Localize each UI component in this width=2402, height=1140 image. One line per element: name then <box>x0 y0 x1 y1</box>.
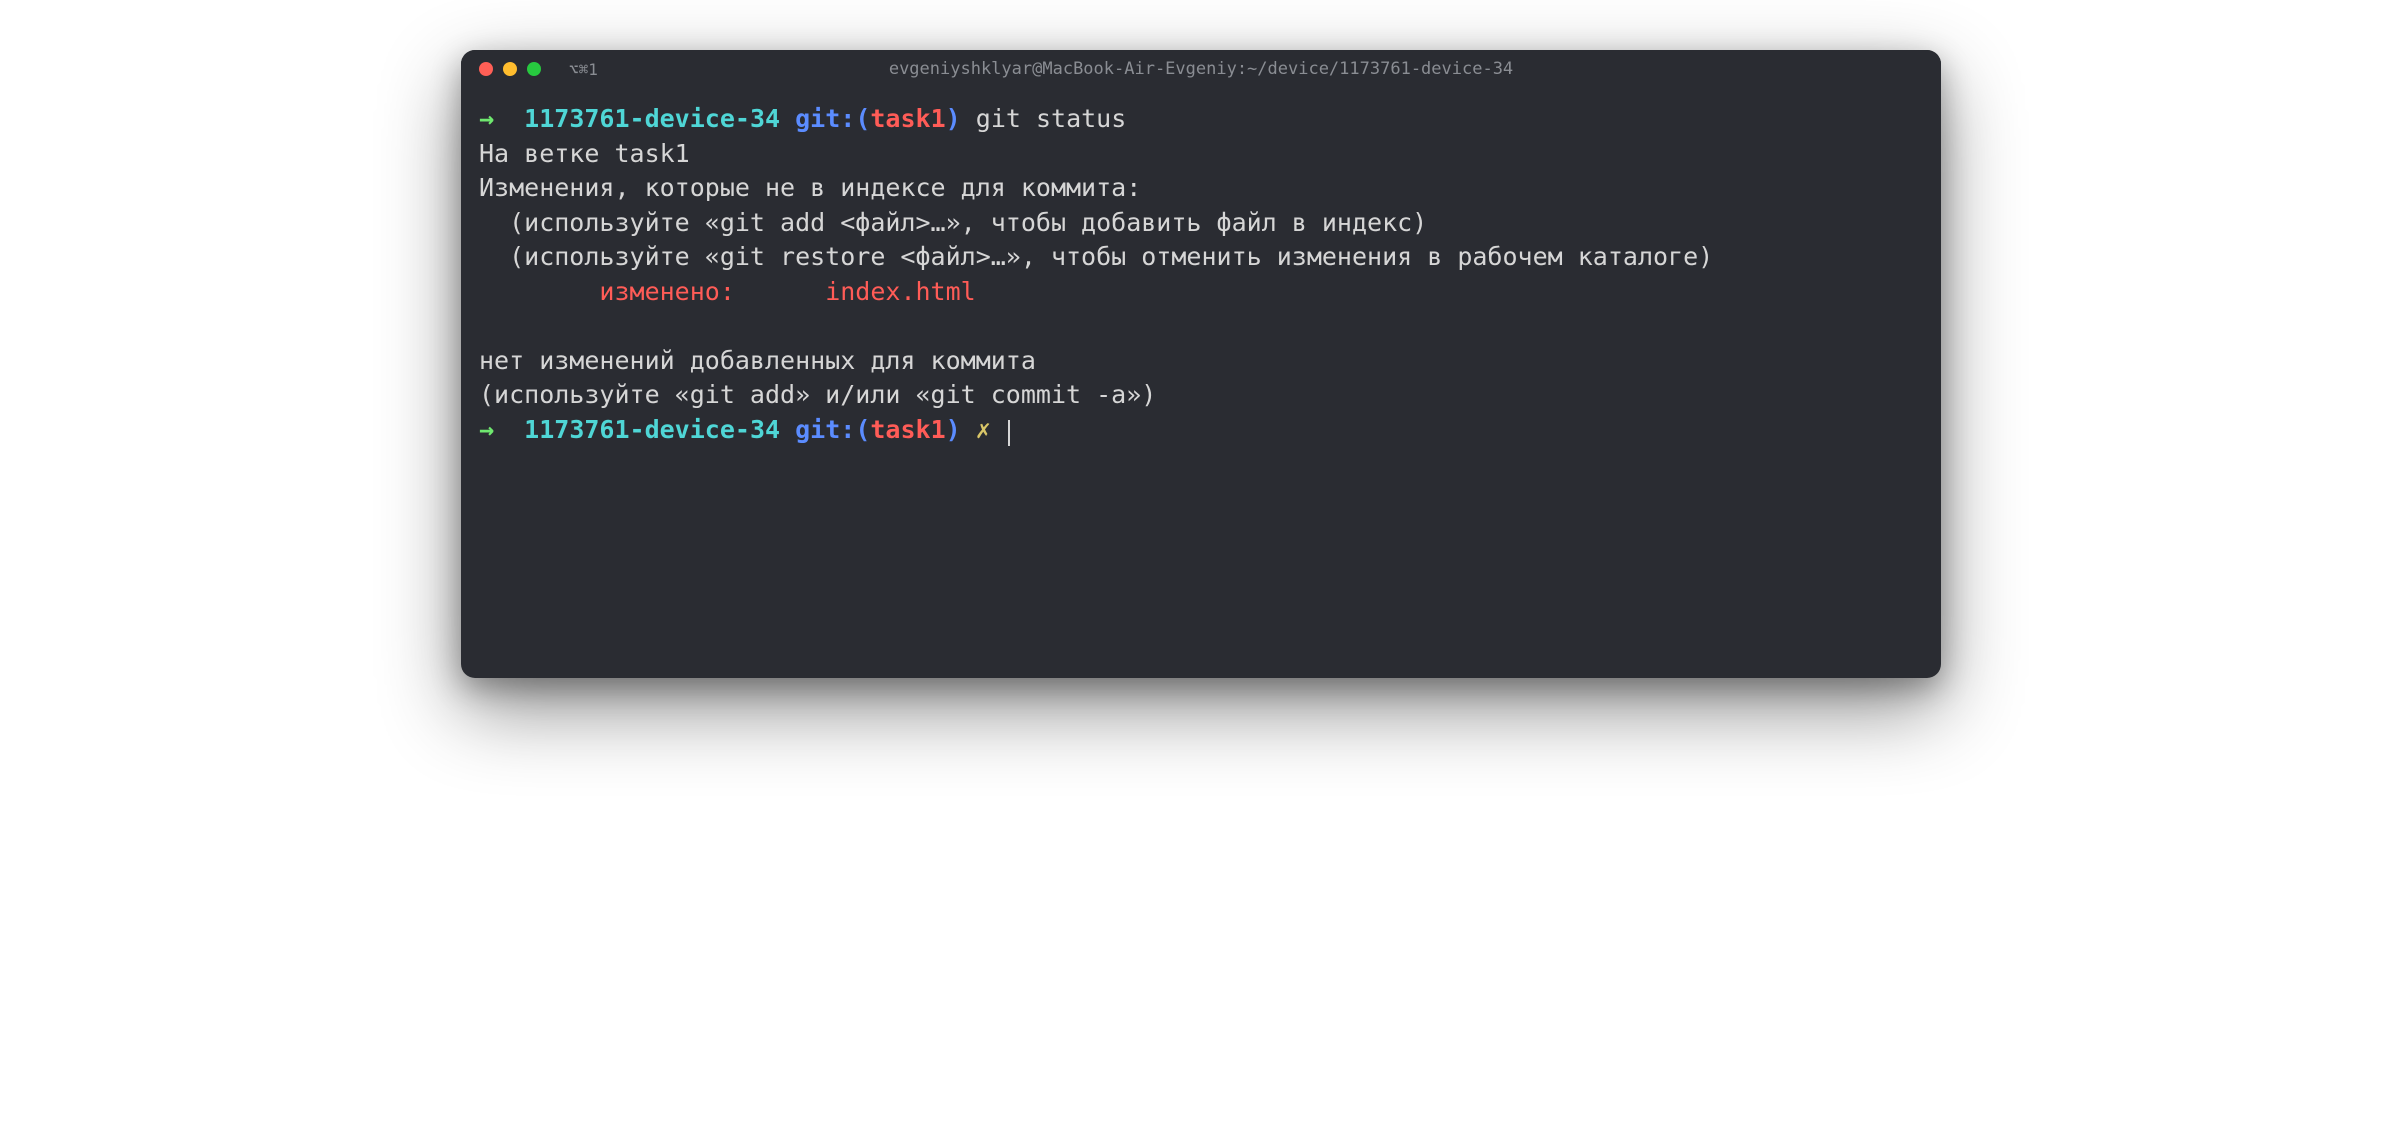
output-line: нет изменений добавленных для коммита <box>479 346 1036 375</box>
prompt-line-1: → 1173761-device-34 git:(task1) git stat… <box>479 104 1126 133</box>
prompt-folder: 1173761-device-34 <box>524 104 780 133</box>
git-suffix: ) <box>946 104 961 133</box>
prompt-folder: 1173761-device-34 <box>524 415 780 444</box>
output-line: (используйте «git restore <файл>…», чтоб… <box>479 242 1713 271</box>
command-text: git status <box>976 104 1127 133</box>
maximize-icon[interactable] <box>527 62 541 76</box>
prompt-line-2: → 1173761-device-34 git:(task1) ✗ <box>479 415 1010 444</box>
modified-label: изменено: <box>479 277 825 306</box>
prompt-arrow-icon: → <box>479 104 494 133</box>
window-title: evgeniyshklyar@MacBook-Air-Evgeniy:~/dev… <box>889 59 1513 79</box>
output-line: (используйте «git add <файл>…», чтобы до… <box>479 208 1427 237</box>
traffic-lights <box>479 62 541 76</box>
cursor-icon <box>1008 420 1010 446</box>
dirty-icon: ✗ <box>976 415 991 444</box>
minimize-icon[interactable] <box>503 62 517 76</box>
close-icon[interactable] <box>479 62 493 76</box>
git-branch: task1 <box>870 104 945 133</box>
output-line: (используйте «git add» и/или «git commit… <box>479 380 1156 409</box>
tab-label: ⌥⌘1 <box>569 60 598 79</box>
git-prefix: git:( <box>795 104 870 133</box>
output-line: На ветке task1 <box>479 139 690 168</box>
git-branch: task1 <box>870 415 945 444</box>
git-suffix: ) <box>946 415 961 444</box>
output-line: Изменения, которые не в индексе для комм… <box>479 173 1141 202</box>
terminal-content[interactable]: → 1173761-device-34 git:(task1) git stat… <box>461 88 1941 678</box>
title-bar: ⌥⌘1 evgeniyshklyar@MacBook-Air-Evgeniy:~… <box>461 50 1941 88</box>
prompt-arrow-icon: → <box>479 415 494 444</box>
terminal-window: ⌥⌘1 evgeniyshklyar@MacBook-Air-Evgeniy:~… <box>461 50 1941 678</box>
git-prefix: git:( <box>795 415 870 444</box>
modified-file: index.html <box>825 277 976 306</box>
